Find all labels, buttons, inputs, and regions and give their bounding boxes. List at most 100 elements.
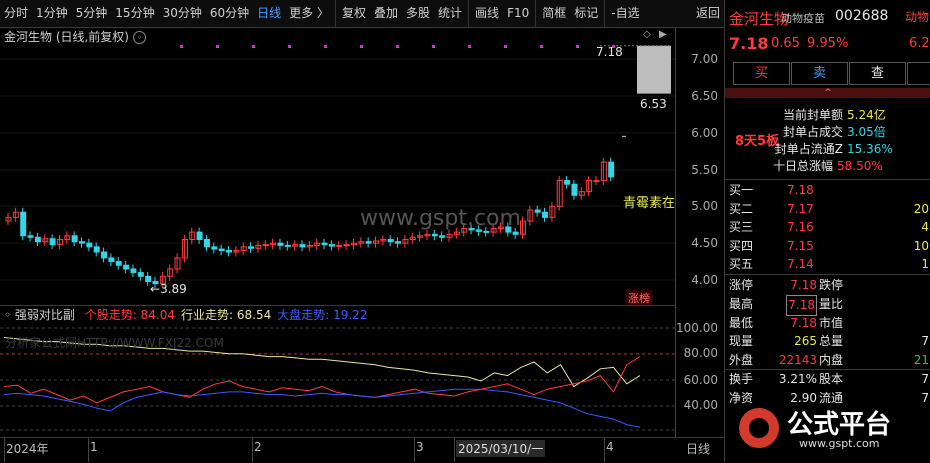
candle-body [137,272,144,277]
price-tick: 4.00 [691,273,718,287]
arrow-icon: ▶ [659,29,667,40]
stat-label: 现量 [729,334,754,349]
seal-stat-row: 封单占成交 3.05倍 [725,124,930,141]
toolbar-item-11[interactable]: 统计 [434,0,466,27]
indicator-item-value: 19.22 [333,308,368,322]
time-tick: 3 [416,440,424,454]
toolbar-item-5[interactable]: 60分钟 [206,0,253,27]
stock-name[interactable]: 金河生物 [729,8,789,29]
bid-row[interactable]: 买二 7.17 20 [725,200,930,219]
candle-body [196,231,203,240]
toolbar-item-4[interactable]: 30分钟 [159,0,206,27]
price-change: 0.65 [771,36,800,51]
toolbar-item-1[interactable]: 1分钟 [32,0,72,27]
stat-value: 22143 [778,353,817,368]
query-button[interactable]: 查 [849,62,906,85]
quote-panel: 金河生物 动物疫苗 002688 动物 7.18 0.65 9.95% 6.2 … [724,0,930,462]
logo-text: 公式平台 [787,410,892,440]
stock-code: 002688 [835,8,889,24]
stat-label: 量比 [819,296,844,311]
stat-label: 换手 [729,372,754,386]
candlestick-chart[interactable]: ◇ ▶ [0,28,675,305]
bid-row[interactable]: 买四 7.15 10 [725,237,930,256]
time-tick-mark [88,438,89,462]
toolbar-item-17[interactable]: 返回 [692,0,724,27]
toolbar-item-14[interactable]: 简框 [538,0,570,27]
indicator-name: 强弱对比副 [14,308,75,322]
toolbar-item-10[interactable]: 多股 [402,0,434,27]
high-price-label: 7.18 [596,45,623,59]
bid-row[interactable]: 买五 7.14 1 [725,255,930,274]
collapse-bar[interactable]: ^ [725,88,930,98]
stat-value: 7 [921,334,929,349]
sell-button[interactable]: 卖 [791,62,848,85]
low-price-label: ←3.89 [150,282,187,296]
sector-name[interactable]: 动物疫苗 [781,10,825,26]
stat-value: 7.18 [790,278,817,292]
bid-label: 买三 [729,220,754,234]
indicator-settings-icon[interactable]: ◦ [4,308,11,322]
signal-dot [468,45,471,48]
bid-price: 7.18 [787,183,814,197]
bid-row[interactable]: 买三 7.16 4 [725,218,930,237]
candle-body [27,235,34,238]
bid-price: 7.16 [787,220,814,234]
indicator-tick: 100.00 [676,321,718,335]
next-stock-pct: 6.2 [909,36,930,51]
bid-row[interactable]: 买一 7.18 [725,181,930,200]
next-stock-name[interactable]: 动物 [905,8,929,25]
site-logo: 公式平台 www.gspt.com [739,404,927,452]
candle-body [145,275,152,282]
toolbar-item-13[interactable]: F10 [503,0,533,27]
indicator-item-label: 个股走势 [84,308,133,322]
toolbar-item-2[interactable]: 5分钟 [72,0,112,27]
toolbar-item-15[interactable]: 标记 [570,0,602,27]
candle-body [218,248,225,252]
candle-body [262,244,269,247]
time-tick: 2024年 [6,442,49,456]
toolbar-separator [334,0,336,27]
buy-button[interactable]: 买 [733,62,790,85]
price-axis: 7.00 6.50 6.00 5.50 5.00 4.50 4.00 100.00 80.00 6… [675,28,724,437]
signal-dot [504,45,507,48]
toolbar-item-3[interactable]: 15分钟 [111,0,158,27]
price-tick: 7.00 [691,52,718,66]
period-label[interactable]: 日线 [686,440,710,457]
toolbar-item-12[interactable]: 画线 [471,0,503,27]
bid-label: 买二 [729,201,754,216]
indicator-item-sep: : [325,308,334,322]
signal-dot [396,45,399,48]
indicator-item-value: 68.54 [236,308,272,322]
logo-url: www.gspt.com [799,437,880,450]
zhangting-tag: 涨榜 [626,290,652,306]
extra-button[interactable] [907,62,930,85]
toolbar-item-0[interactable]: 分时 [0,0,32,27]
candle-body [483,230,490,233]
indicator-tick: 60.00 [683,373,718,387]
indicator-item-label: 大盘走势 [277,308,326,322]
toolbar-item-6[interactable]: 日线 [253,0,285,27]
stat-row: 换手 3.21% 股本 7 [725,370,930,389]
candle-body [343,244,350,247]
toolbar-item-16[interactable]: -自选 [607,0,643,27]
candle-body [593,180,600,183]
toolbar-separator [604,0,606,27]
stat-value: 7 [921,372,929,386]
toolbar-item-7[interactable]: 更多 〉 [285,0,333,27]
indicator-header: ◦ 强弱对比副 个股走势: 84.04 行业走势: 68.54 大盘走势: 19.2… [0,305,675,324]
candle-body [123,264,130,270]
indicator-item-sep: : [132,308,141,322]
bid-label: 买五 [729,257,754,271]
stat-label: 跌停 [819,278,844,292]
signal-dot [216,45,219,48]
candle-body [203,238,210,248]
seal-stat-label: 十日总涨幅 [772,159,833,173]
gap-price-label: 6.53 [640,97,667,111]
toolbar-item-9[interactable]: 叠加 [370,0,402,27]
price-tick: 4.50 [691,236,718,250]
stock-line [3,356,641,404]
toolbar-item-8[interactable]: 复权 [338,0,370,27]
candle-body [115,261,122,266]
candle-body [130,268,137,274]
candle-body [328,244,335,247]
